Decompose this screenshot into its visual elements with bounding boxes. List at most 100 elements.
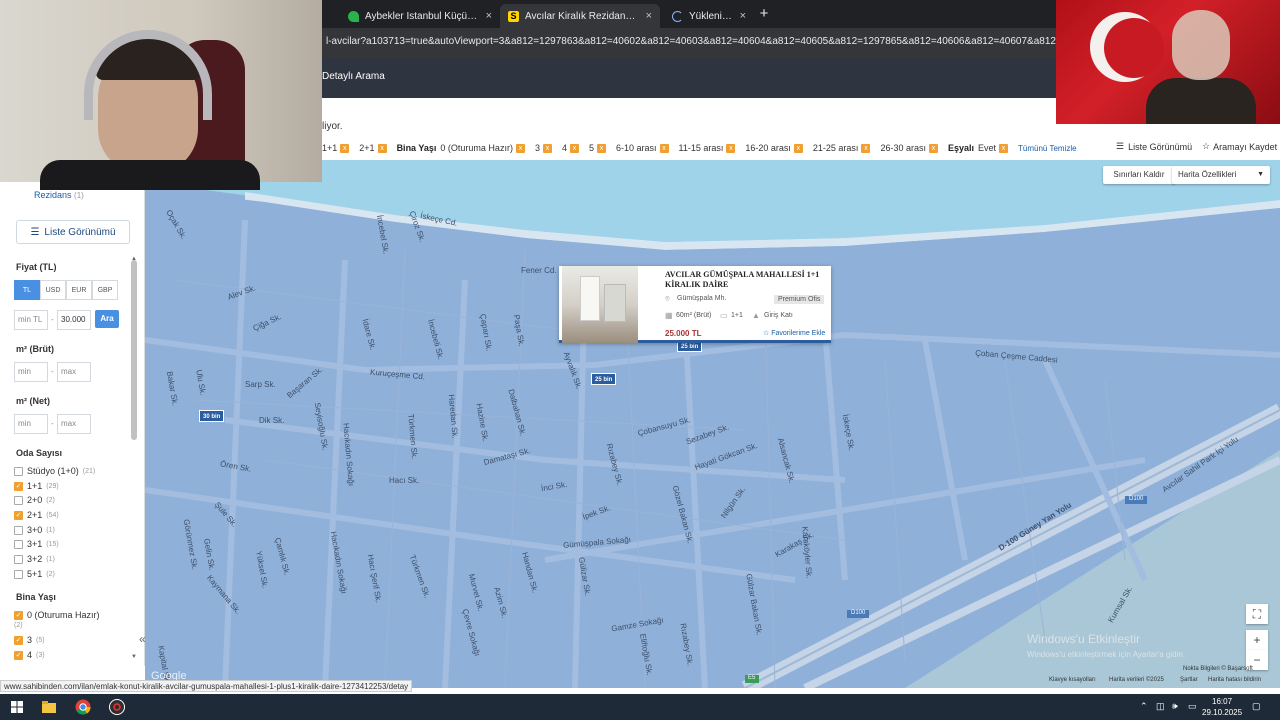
tab-loading[interactable]: Yükleniyor... ×: [664, 4, 754, 28]
room-option[interactable]: Stüdyo (1+0) (21): [14, 466, 95, 476]
sidebar-item-rezidans[interactable]: Rezidans (1): [34, 190, 84, 200]
room-option[interactable]: ✓ 1+1 (29): [14, 481, 59, 491]
remove-icon[interactable]: x: [999, 143, 1009, 153]
list-view-button[interactable]: ☰ Liste Görünümü: [16, 220, 130, 244]
chrome-icon[interactable]: [74, 698, 92, 716]
battery-icon[interactable]: ▭: [1188, 701, 1197, 712]
zoom-in-button[interactable]: +: [1246, 630, 1268, 650]
chip-age[interactable]: 21-25 arası x: [813, 143, 871, 153]
detailed-search-link[interactable]: Detaylı Arama: [322, 71, 385, 82]
room-label: 1+1: [27, 481, 43, 491]
chip-age[interactable]: 11-15 arası x: [679, 143, 736, 153]
remove-icon[interactable]: x: [596, 143, 606, 153]
chip-age[interactable]: 6-10 arası x: [616, 143, 669, 153]
chip-age[interactable]: 4x: [562, 143, 579, 153]
volume-icon[interactable]: 🕪: [1172, 701, 1178, 712]
listing-photo[interactable]: [562, 266, 638, 343]
clock-date: 29.10.2025: [1202, 708, 1243, 717]
remove-boundaries-button[interactable]: Sınırları Kaldır: [1103, 166, 1175, 184]
checkbox[interactable]: [14, 539, 23, 549]
currency-eur[interactable]: EUR: [66, 280, 92, 300]
max-price-input[interactable]: 30.000: [57, 310, 91, 330]
currency-gbp[interactable]: GBP: [92, 280, 118, 300]
close-icon[interactable]: ×: [486, 10, 492, 22]
windows-start-icon[interactable]: [8, 698, 26, 716]
price-search-button[interactable]: Ara: [95, 310, 119, 328]
max-m2-gross-input[interactable]: max: [57, 362, 91, 382]
map-features-dropdown[interactable]: Harita Özellikleri ▼: [1172, 166, 1270, 184]
room-option[interactable]: 3+0 (1): [14, 525, 55, 535]
new-tab-button[interactable]: +: [756, 4, 772, 24]
network-icon[interactable]: ◫: [1156, 701, 1165, 712]
checkbox[interactable]: [14, 525, 23, 535]
fullscreen-button[interactable]: ⛶: [1246, 604, 1268, 624]
remove-icon[interactable]: x: [726, 143, 736, 153]
room-option[interactable]: 5+1 (2): [14, 569, 55, 579]
min-m2-net-input[interactable]: min: [14, 414, 48, 434]
chip-room[interactable]: 1+1 x: [322, 143, 350, 153]
chevron-up-icon[interactable]: ⌃: [1140, 701, 1148, 712]
checkbox-checked[interactable]: ✓: [14, 635, 23, 645]
chip-age[interactable]: 3x: [535, 143, 552, 153]
checkbox[interactable]: [14, 495, 23, 505]
clear-all-link[interactable]: Tümünü Temizle: [1018, 144, 1077, 153]
checkbox[interactable]: [14, 466, 23, 476]
chip-room[interactable]: 2+1 x: [359, 143, 387, 153]
chip-age[interactable]: 16-20 arası x: [745, 143, 803, 153]
clock[interactable]: 16:07 29.10.2025: [1202, 696, 1242, 718]
remove-icon[interactable]: x: [659, 143, 669, 153]
age-option[interactable]: ✓ 3 (5): [14, 635, 45, 645]
chip-age[interactable]: 5x: [589, 143, 606, 153]
checkbox-checked[interactable]: ✓: [14, 510, 23, 520]
remove-icon[interactable]: x: [377, 143, 387, 153]
listing-title[interactable]: AVCILAR GÜMÜŞPALA MAHALLESİ 1+1 KİRALIK …: [665, 270, 827, 290]
collapse-sidebar-button[interactable]: «: [139, 632, 146, 646]
remove-icon[interactable]: x: [861, 143, 871, 153]
listing-card[interactable]: AVCILAR GÜMÜŞPALA MAHALLESİ 1+1 KİRALIK …: [559, 266, 831, 343]
currency-tl[interactable]: TL: [14, 280, 40, 300]
room-option[interactable]: 2+0 (2): [14, 495, 55, 505]
remove-icon[interactable]: x: [793, 143, 803, 153]
max-m2-net-input[interactable]: max: [57, 414, 91, 434]
map-canvas[interactable]: Sınırları Kaldır Harita Özellikleri ▼ İs…: [145, 160, 1280, 688]
chip-age[interactable]: 26-30 arası x: [880, 143, 938, 153]
add-favorite-link[interactable]: ☆ Favorilerime Ekle: [763, 329, 825, 337]
price-pin[interactable]: 25 bin: [591, 373, 617, 385]
checkbox[interactable]: [14, 554, 23, 564]
min-m2-gross-input[interactable]: min: [14, 362, 48, 382]
file-explorer-icon[interactable]: [40, 698, 58, 716]
price-pin[interactable]: 30 bin: [199, 410, 225, 422]
list-view-link[interactable]: ☰ Liste Görünümü: [1116, 141, 1192, 152]
checkbox-checked[interactable]: ✓: [14, 650, 23, 660]
chip-age[interactable]: 0 (Oturuma Hazır) x: [440, 143, 525, 153]
scroll-down-icon[interactable]: ▼: [131, 654, 137, 660]
remove-icon[interactable]: x: [340, 143, 350, 153]
obs-icon[interactable]: [108, 698, 126, 716]
terms-link[interactable]: Şartlar: [1180, 677, 1198, 683]
remove-icon[interactable]: x: [515, 143, 525, 153]
notification-icon[interactable]: ▢: [1252, 701, 1261, 712]
room-option[interactable]: 3+1 (15): [14, 539, 59, 549]
remove-icon[interactable]: x: [569, 143, 579, 153]
room-option[interactable]: 3+2 (1): [14, 554, 55, 564]
sidebar-scrollbar[interactable]: [131, 260, 137, 440]
url-text[interactable]: l-avcilar?a103713=true&autoViewport=3&a8…: [326, 36, 1056, 47]
checkbox-checked[interactable]: ✓: [14, 610, 23, 620]
save-search-link[interactable]: ☆ Aramayı Kaydet: [1202, 141, 1277, 152]
tab-aybekler[interactable]: Aybekler İstanbul Küçükçekmece ×: [340, 4, 500, 28]
checkbox[interactable]: [14, 569, 23, 579]
close-icon[interactable]: ×: [646, 10, 652, 22]
keyboard-shortcuts-link[interactable]: Klavye kısayolları: [1049, 677, 1096, 683]
close-icon[interactable]: ×: [740, 10, 746, 22]
currency-usd[interactable]: USD: [40, 280, 66, 300]
checkbox-checked[interactable]: ✓: [14, 481, 23, 491]
report-map-error-link[interactable]: Harita hatası bildirin: [1208, 677, 1261, 683]
chip-furnished[interactable]: Evet x: [978, 143, 1009, 153]
room-option[interactable]: ✓ 2+1 (54): [14, 510, 59, 520]
min-price-input[interactable]: min TL: [14, 310, 48, 330]
remove-icon[interactable]: x: [542, 143, 552, 153]
age-option[interactable]: ✓ 4 (3): [14, 650, 45, 660]
tab-avcilar[interactable]: S Avcılar Kiralık Rezidans, Villa, M ×: [500, 4, 660, 28]
remove-icon[interactable]: x: [928, 143, 938, 153]
age-option[interactable]: ✓ 0 (Oturuma Hazır): [14, 610, 100, 620]
